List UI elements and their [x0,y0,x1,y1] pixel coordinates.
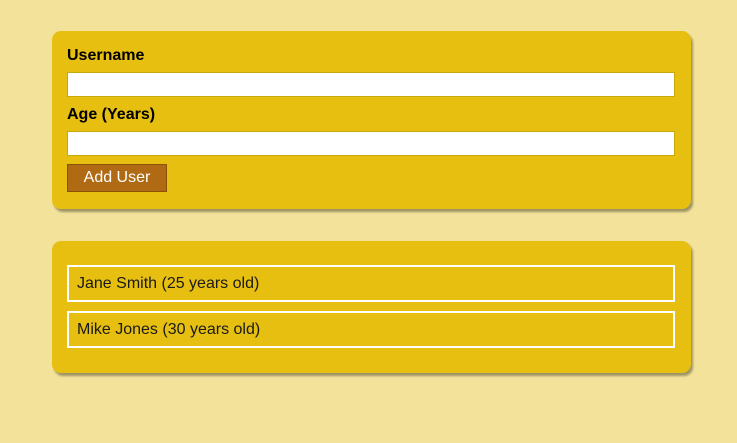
users-list-card: Jane Smith (25 years old) Mike Jones (30… [52,241,691,373]
add-user-form: Username Age (Years) Add User [52,31,691,209]
user-list-item[interactable]: Mike Jones (30 years old) [67,311,675,348]
age-label: Age (Years) [67,106,156,123]
user-list-item[interactable]: Jane Smith (25 years old) [67,265,675,302]
age-input[interactable] [67,131,675,156]
username-label: Username [67,47,145,64]
users-list: Jane Smith (25 years old) Mike Jones (30… [67,265,676,348]
username-input[interactable] [67,72,675,97]
add-user-button[interactable]: Add User [67,164,167,192]
